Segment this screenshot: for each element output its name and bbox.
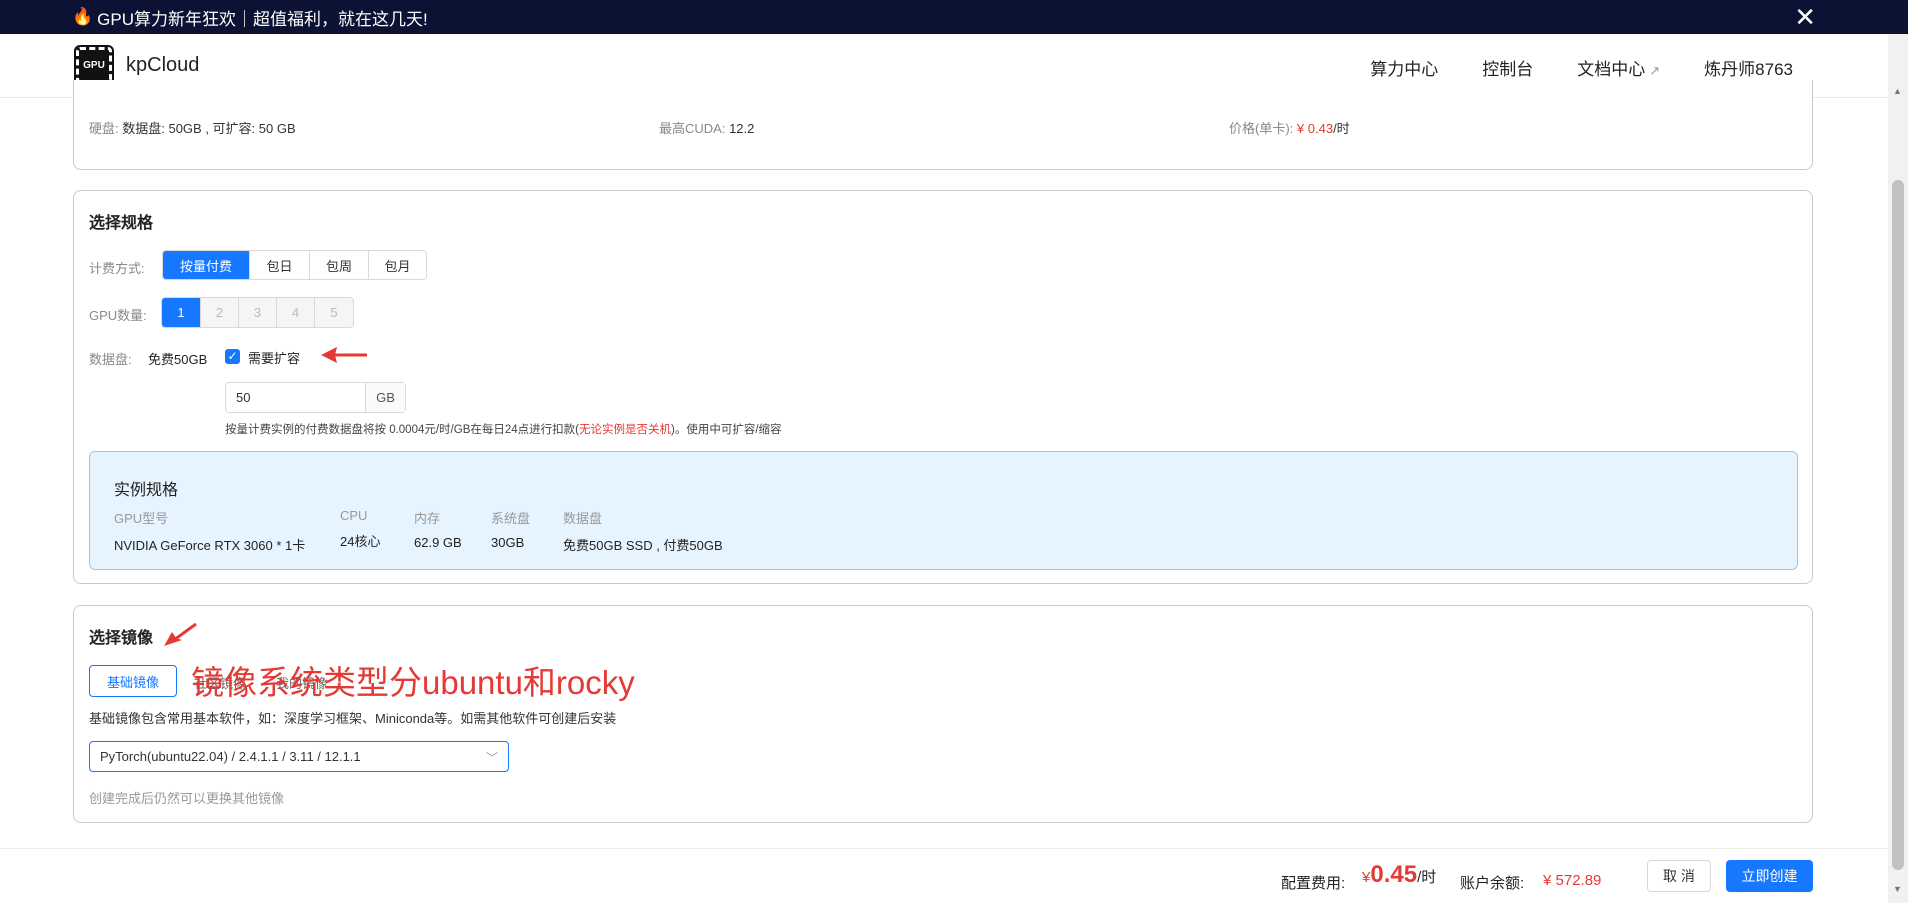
image-hint: 创建完成后仍然可以更换其他镜像	[89, 791, 285, 806]
note-red: 无论实例是否关机	[579, 424, 671, 436]
tab-base-image[interactable]: 基础镜像	[89, 665, 177, 697]
spec-cpu: CPU 24核心	[340, 508, 380, 550]
spec-value: 62.9 GB	[414, 535, 462, 550]
spec-key: 内存	[414, 511, 441, 526]
logo-icon[interactable]: GPU	[74, 45, 114, 85]
spec-data-disk: 数据盘 免费50GB SSD , 付费50GB	[563, 508, 723, 554]
cuda-label: 最高CUDA:	[659, 121, 726, 136]
billing-option-weekly[interactable]: 包周	[310, 251, 369, 279]
fire-icon: 🔥	[72, 7, 94, 26]
nav-docs-label: 文档中心	[1577, 60, 1646, 79]
external-link-icon: ↗	[1649, 63, 1661, 78]
gpu-option-2[interactable]: 2	[201, 298, 239, 327]
spec-key: 数据盘	[563, 511, 603, 526]
cuda-info: 最高CUDA: 12.2	[659, 118, 754, 137]
cancel-button[interactable]: 取 消	[1647, 860, 1711, 892]
scroll-up-icon[interactable]: ▲	[1893, 86, 1902, 96]
gpu-option-5[interactable]: 5	[315, 298, 353, 327]
instance-spec-box: 实例规格 GPU型号 NVIDIA GeForce RTX 3060 * 1卡 …	[89, 451, 1798, 570]
red-arrow-icon	[321, 347, 367, 363]
nav-docs[interactable]: 文档中心 ↗	[1577, 55, 1660, 80]
disk-size-unit: GB	[366, 383, 405, 412]
disk-info: 硬盘: 数据盘: 50GB , 可扩容: 50 GB	[89, 118, 296, 137]
note-prefix: 按量计费实例的付费数据盘将按 0.0004元/时/GB在每日24点进行扣款(	[225, 424, 579, 436]
spec-value: NVIDIA GeForce RTX 3060 * 1卡	[114, 538, 306, 553]
disk-size-input[interactable]: 50 GB	[225, 382, 406, 413]
spec-value: 免费50GB SSD , 付费50GB	[563, 538, 723, 553]
gpu-option-1[interactable]: 1	[162, 298, 201, 327]
create-button[interactable]: 立即创建	[1726, 860, 1813, 892]
gpu-count-label: GPU数量:	[89, 308, 147, 323]
billing-selector: 按量付费 包日 包周 包月	[162, 250, 427, 280]
spec-memory: 内存 62.9 GB	[414, 508, 462, 550]
gpu-option-4[interactable]: 4	[277, 298, 315, 327]
disk-billing-note: 按量计费实例的付费数据盘将按 0.0004元/时/GB在每日24点进行扣款(无论…	[225, 421, 782, 437]
spec-key: CPU	[340, 508, 368, 523]
spec-key: GPU型号	[114, 511, 169, 526]
top-nav: 算力中心 控制台 文档中心 ↗ 炼丹师8763	[1370, 55, 1793, 80]
disk-size-value[interactable]: 50	[226, 383, 366, 412]
brand-name[interactable]: kpCloud	[126, 54, 199, 77]
nav-user[interactable]: 炼丹师8763	[1704, 55, 1793, 80]
gpu-info-card: 硬盘: 数据盘: 50GB , 可扩容: 50 GB 最高CUDA: 12.2 …	[73, 80, 1813, 170]
price-info: 价格(单卡): ¥ 0.43/时	[1229, 118, 1350, 137]
billing-option-payg[interactable]: 按量付费	[163, 251, 250, 279]
image-title: 选择镜像	[89, 630, 154, 647]
footer-bar: 配置费用: ¥0.45/时 账户余额: ¥ 572.89 取 消 立即创建	[0, 848, 1888, 903]
balance-value: ¥ 572.89	[1543, 872, 1602, 889]
cost-value: 0.45	[1370, 861, 1418, 888]
red-arrow-icon	[164, 622, 197, 646]
spec-value: 24核心	[340, 534, 381, 549]
spec-key: 系统盘	[491, 511, 531, 526]
cost-label: 配置费用:	[1281, 875, 1346, 892]
image-card: 选择镜像 基础镜像 社区镜像 我的镜像 镜像系统类型分ubuntu和rocky …	[73, 605, 1813, 823]
balance-label: 账户余额:	[1460, 875, 1525, 892]
cost-price: ¥0.45/时	[1362, 861, 1436, 889]
chevron-down-icon: ﹀	[485, 751, 498, 765]
image-select-value: PyTorch(ubuntu22.04) / 2.4.1.1 / 3.11 / …	[100, 749, 361, 764]
expand-checkbox-label[interactable]: 需要扩容	[248, 348, 300, 367]
scrollbar-thumb[interactable]	[1892, 180, 1904, 870]
spec-title: 选择规格	[89, 215, 154, 232]
nav-compute-center[interactable]: 算力中心	[1370, 55, 1438, 80]
note-suffix: )。使用中可扩容/缩容	[671, 424, 782, 436]
close-icon[interactable]: ✕	[1794, 4, 1816, 30]
gpu-option-3[interactable]: 3	[239, 298, 277, 327]
promo-banner: 🔥 GPU算力新年狂欢｜超值福利，就在这几天! ✕	[0, 0, 1908, 34]
image-description: 基础镜像包含常用基本软件，如：深度学习框架、Miniconda等。如需其他软件可…	[89, 711, 617, 726]
annotation-text: 镜像系统类型分ubuntu和rocky	[191, 664, 635, 701]
cost-unit: /时	[1417, 869, 1437, 886]
instance-spec-title: 实例规格	[114, 482, 179, 499]
spec-gpu-model: GPU型号 NVIDIA GeForce RTX 3060 * 1卡	[114, 508, 305, 554]
billing-label: 计费方式:	[89, 261, 145, 276]
image-select[interactable]: PyTorch(ubuntu22.04) / 2.4.1.1 / 3.11 / …	[89, 741, 509, 772]
gpu-count-selector: 1 2 3 4 5	[161, 297, 354, 328]
expand-checkbox[interactable]: ✓	[225, 349, 240, 364]
nav-console[interactable]: 控制台	[1482, 55, 1533, 80]
cuda-value: 12.2	[729, 121, 755, 136]
free-disk-text: 免费50GB	[148, 352, 208, 367]
data-disk-label: 数据盘:	[89, 352, 132, 367]
price-value: ¥ 0.43	[1296, 121, 1334, 136]
spec-card: 选择规格 计费方式: 按量付费 包日 包周 包月 GPU数量: 1 2 3 4 …	[73, 190, 1813, 584]
banner-text: GPU算力新年狂欢｜超值福利，就在这几天!	[97, 9, 428, 29]
billing-option-monthly[interactable]: 包月	[369, 251, 426, 279]
disk-info-label: 硬盘:	[89, 121, 119, 136]
billing-option-daily[interactable]: 包日	[250, 251, 310, 279]
price-label: 价格(单卡):	[1229, 121, 1294, 136]
price-unit: /时	[1333, 121, 1350, 136]
disk-info-value: 数据盘: 50GB , 可扩容: 50 GB	[122, 121, 296, 136]
scrollbar[interactable]: ▲ ▼	[1888, 34, 1908, 903]
spec-value: 30GB	[491, 535, 525, 550]
spec-system-disk: 系统盘 30GB	[491, 508, 530, 550]
scroll-down-icon[interactable]: ▼	[1893, 884, 1902, 894]
